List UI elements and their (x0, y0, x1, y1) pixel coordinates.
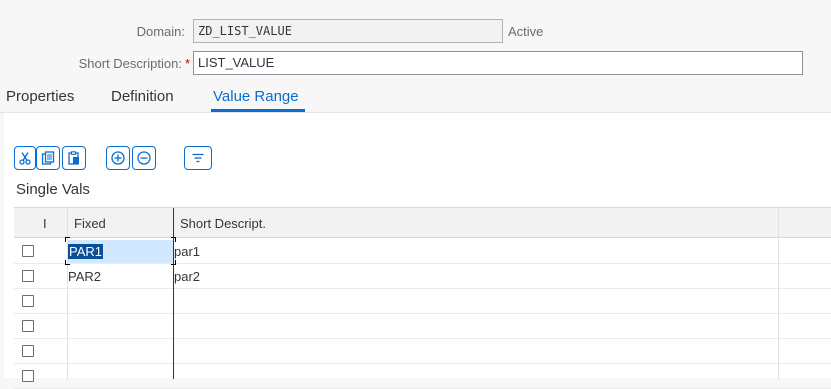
tab-definition[interactable]: Definition (111, 88, 174, 105)
row-select-checkbox[interactable] (22, 245, 34, 257)
short-description-label-text: Short Description: (78, 56, 182, 71)
add-row-icon (111, 151, 125, 165)
domain-label: Domain: (136, 24, 185, 39)
row-select-checkbox[interactable] (22, 345, 34, 357)
header-area: Domain: ZD_LIST_VALUE Active Short Descr… (0, 0, 831, 113)
tab-value-range[interactable]: Value Range (213, 88, 299, 105)
paste-icon (68, 151, 79, 165)
domain-field[interactable]: ZD_LIST_VALUE (193, 19, 503, 43)
cell-fixed[interactable]: PAR1 (68, 244, 103, 259)
required-marker: * (184, 56, 190, 71)
cell-fixed-text: PAR1 (68, 244, 103, 259)
column-header-indicator[interactable]: I (43, 216, 47, 231)
short-description-input[interactable]: LIST_VALUE (193, 51, 803, 75)
section-title: Single Vals (16, 181, 90, 198)
table-row[interactable]: PAR1 par1 (14, 237, 831, 265)
add-row-button[interactable] (106, 146, 130, 170)
row-select-checkbox[interactable] (22, 320, 34, 332)
filter-button[interactable] (184, 146, 212, 170)
copy-button[interactable] (36, 146, 60, 170)
selection-corner (65, 237, 70, 242)
table-row[interactable] (14, 364, 831, 389)
short-description-label: Short Description: * (20, 56, 190, 71)
table-row[interactable] (14, 339, 831, 364)
values-table: I Fixed Short Descript. PAR1 par1 PAR2 p… (14, 207, 831, 389)
cut-icon (19, 152, 31, 165)
row-select-checkbox[interactable] (22, 270, 34, 282)
cell-short-description[interactable]: par1 (174, 244, 200, 259)
table-row[interactable] (14, 314, 831, 339)
table-row[interactable]: PAR2 par2 (14, 264, 831, 289)
remove-row-button[interactable] (132, 146, 156, 170)
remove-row-icon (137, 151, 151, 165)
column-resize-cursor[interactable] (173, 208, 174, 379)
cell-short-description[interactable]: par2 (174, 269, 200, 284)
row-select-checkbox[interactable] (22, 295, 34, 307)
cut-button[interactable] (14, 146, 36, 170)
column-header-fixed[interactable]: Fixed (74, 216, 106, 231)
domain-status: Active (508, 24, 544, 39)
tab-properties[interactable]: Properties (6, 88, 74, 105)
cell-fixed[interactable]: PAR2 (68, 269, 101, 284)
table-header: I Fixed Short Descript. (14, 208, 831, 238)
table-row[interactable] (14, 289, 831, 314)
column-header-short-description[interactable]: Short Descript. (180, 216, 266, 231)
row-select-checkbox[interactable] (22, 370, 34, 382)
copy-icon (41, 151, 55, 165)
filter-icon (192, 153, 204, 163)
paste-button[interactable] (62, 146, 86, 170)
